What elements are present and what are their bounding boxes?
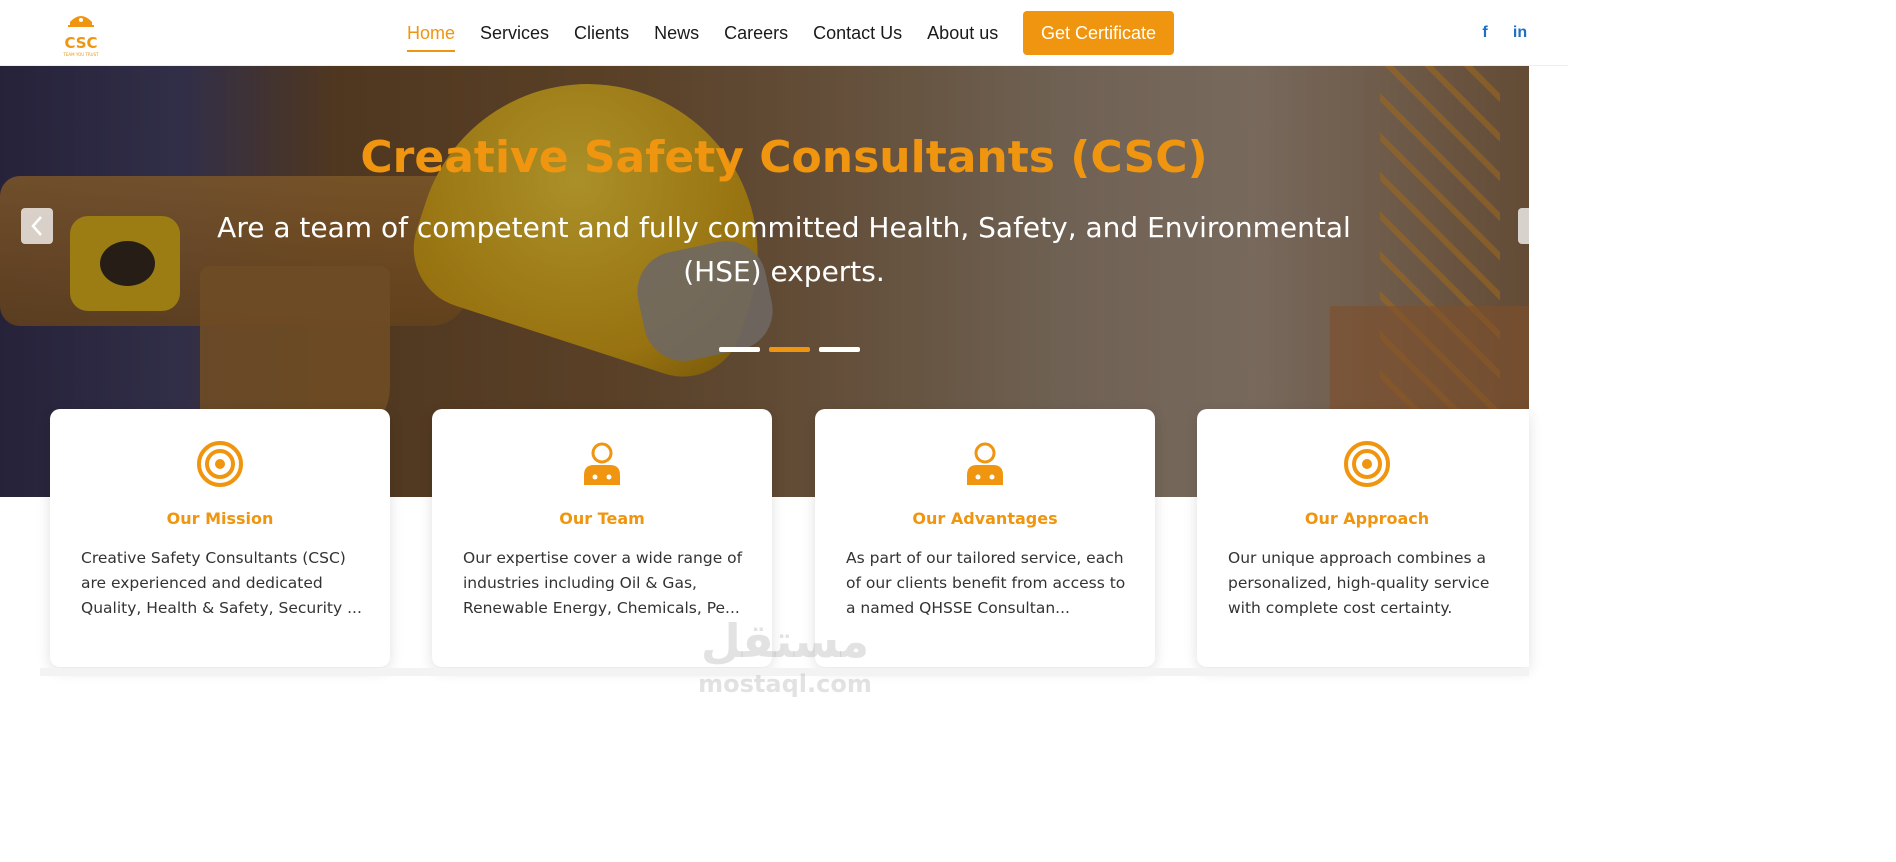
card-title: Our Approach xyxy=(1304,509,1430,528)
chevron-left-icon xyxy=(31,216,42,236)
card-title: Our Advantages xyxy=(912,509,1058,528)
card-mission[interactable]: Our Mission Creative Safety Consultants … xyxy=(50,409,390,667)
site-header: CSC TEAM YOU TRUST Home Services Clients… xyxy=(0,0,1568,66)
card-title: Our Mission xyxy=(166,509,274,528)
slider-next-button[interactable] xyxy=(1518,208,1529,244)
chevron-right-icon xyxy=(1527,215,1529,237)
card-approach[interactable]: Our Approach Our unique approach combine… xyxy=(1197,409,1529,667)
card-text: As part of our tailored service, each of… xyxy=(846,549,1126,617)
watermark-latin: mostaql.com xyxy=(698,670,872,698)
nav-about-us[interactable]: About us xyxy=(927,19,998,48)
watermark-arabic: مستقل xyxy=(700,614,870,668)
nav-news[interactable]: News xyxy=(654,19,699,48)
get-certificate-button[interactable]: Get Certificate xyxy=(1023,11,1174,55)
facebook-icon[interactable]: f xyxy=(1474,22,1496,44)
hero-title: Creative Safety Consultants (CSC) xyxy=(360,132,1208,183)
logo-tagline: TEAM YOU TRUST xyxy=(62,52,99,57)
slider-prev-button[interactable] xyxy=(21,208,53,244)
card-title: Our Team xyxy=(559,509,645,528)
linkedin-icon[interactable]: in xyxy=(1509,22,1531,44)
user-advisor-icon xyxy=(967,442,1003,485)
nav-services[interactable]: Services xyxy=(480,19,549,48)
card-text: Creative Safety Consultants (CSC) are ex… xyxy=(81,549,362,617)
card-text: Our expertise cover a wide range of indu… xyxy=(463,549,743,617)
nav-home[interactable]: Home xyxy=(407,19,456,52)
target-icon xyxy=(1344,441,1390,487)
slider-dot-1[interactable] xyxy=(719,347,760,352)
nav-contact-us[interactable]: Contact Us xyxy=(813,19,902,48)
watermark: مستقل mostaql.com xyxy=(690,612,880,698)
slider-dot-3[interactable] xyxy=(819,347,860,352)
csc-logo[interactable]: CSC TEAM YOU TRUST xyxy=(58,8,104,60)
slider-indicators xyxy=(719,347,869,352)
main-nav: Home Services Clients News Careers Conta… xyxy=(407,0,1023,66)
target-icon xyxy=(197,441,243,487)
slider-dot-2[interactable] xyxy=(769,347,810,352)
card-text: Our unique approach combines a personali… xyxy=(1228,549,1490,617)
user-team-icon xyxy=(584,442,620,485)
hero-subtitle: Are a team of competent and fully commit… xyxy=(217,211,1351,288)
nav-clients[interactable]: Clients xyxy=(574,19,629,48)
nav-careers[interactable]: Careers xyxy=(724,19,788,48)
logo-text: CSC xyxy=(64,34,97,52)
